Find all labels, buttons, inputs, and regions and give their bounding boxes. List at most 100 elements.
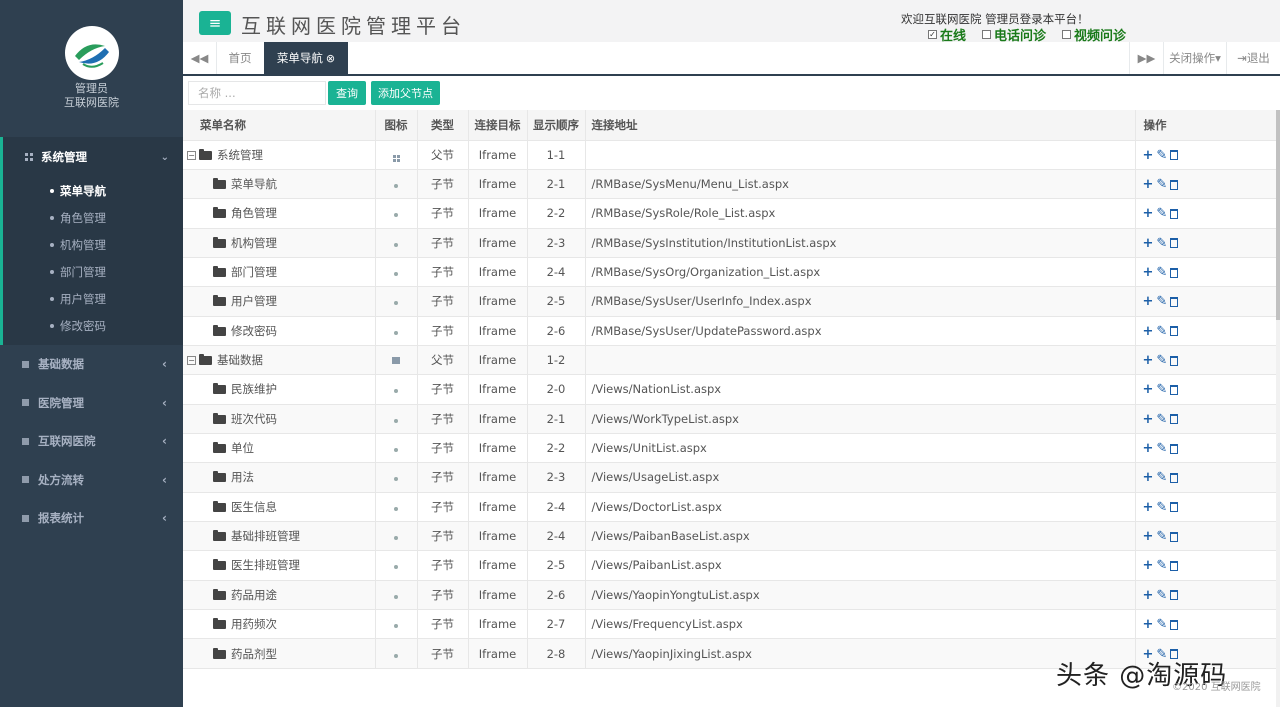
- table-row[interactable]: 用药频次 子节 Iframe 2-7/Views/FrequencyList.aspx…: [183, 609, 1277, 640]
- table-row[interactable]: 用法 子节 Iframe 2-3/Views/UsageList.aspx + ✎: [183, 462, 1277, 493]
- nav-item-section[interactable]: 报表统计 ‹: [0, 499, 183, 538]
- table-row[interactable]: 菜单导航 子节 Iframe 2-1/RMBase/SysMenu/Menu_List…: [183, 169, 1277, 200]
- plus-icon[interactable]: +: [1143, 589, 1154, 602]
- close-operations-dropdown[interactable]: 关闭操作 ▾: [1163, 42, 1226, 74]
- plus-icon[interactable]: +: [1143, 413, 1154, 426]
- tab-menu-nav[interactable]: 菜单导航 ⊗: [264, 42, 348, 74]
- table-row[interactable]: 药品用途 子节 Iframe 2-6/Views/YaopinYongtuList.a…: [183, 580, 1277, 611]
- nav-item-section[interactable]: 处方流转 ‹: [0, 461, 183, 500]
- plus-icon[interactable]: +: [1143, 178, 1154, 191]
- collapse-toggle-icon[interactable]: −: [187, 356, 196, 366]
- pencil-icon[interactable]: ✎: [1156, 442, 1167, 455]
- plus-icon[interactable]: +: [1143, 207, 1154, 220]
- table-row[interactable]: 医生排班管理 子节 Iframe 2-5/Views/PaibanList.aspx +…: [183, 550, 1277, 581]
- pencil-icon[interactable]: ✎: [1156, 295, 1167, 308]
- trash-icon[interactable]: [1170, 150, 1179, 161]
- plus-icon[interactable]: +: [1143, 618, 1154, 631]
- plus-icon[interactable]: +: [1143, 325, 1154, 338]
- plus-icon[interactable]: +: [1143, 149, 1154, 162]
- sub-nav-item[interactable]: 部门管理: [3, 258, 183, 285]
- trash-icon[interactable]: [1170, 619, 1179, 630]
- tab-scroll-left-button[interactable]: ◀◀: [183, 42, 217, 74]
- trash-icon[interactable]: [1170, 560, 1179, 571]
- sub-nav-item[interactable]: 机构管理: [3, 231, 183, 258]
- menu-toggle-button[interactable]: ≡: [199, 11, 231, 35]
- plus-icon[interactable]: +: [1143, 530, 1154, 543]
- pencil-icon[interactable]: ✎: [1156, 207, 1167, 220]
- sub-nav-item[interactable]: 修改密码: [3, 312, 183, 339]
- trash-icon[interactable]: [1170, 238, 1179, 249]
- tab-scroll-right-button[interactable]: ▶▶: [1129, 42, 1163, 74]
- nav-item-section[interactable]: 互联网医院 ‹: [0, 422, 183, 461]
- checkbox-checked-icon[interactable]: ✓: [928, 30, 937, 39]
- table-row[interactable]: 单位 子节 Iframe 2-2/Views/UnitList.aspx + ✎: [183, 433, 1277, 464]
- plus-icon[interactable]: +: [1143, 471, 1154, 484]
- plus-icon[interactable]: +: [1143, 442, 1154, 455]
- pencil-icon[interactable]: ✎: [1156, 178, 1167, 191]
- pencil-icon[interactable]: ✎: [1156, 149, 1167, 162]
- table-row[interactable]: 基础排班管理 子节 Iframe 2-4/Views/PaibanBaseList.a…: [183, 521, 1277, 552]
- pencil-icon[interactable]: ✎: [1156, 354, 1167, 367]
- nav-section-system: 系统管理 ⌄ 菜单导航 角色管理 机构管理 部门管理 用户管理 修改密码: [0, 137, 183, 345]
- nav-item-section[interactable]: 基础数据 ‹: [0, 345, 183, 384]
- pencil-icon[interactable]: ✎: [1156, 237, 1167, 250]
- pencil-icon[interactable]: ✎: [1156, 471, 1167, 484]
- close-circle-icon[interactable]: ⊗: [326, 52, 335, 65]
- pencil-icon[interactable]: ✎: [1156, 413, 1167, 426]
- pencil-icon[interactable]: ✎: [1156, 266, 1167, 279]
- plus-icon[interactable]: +: [1143, 237, 1154, 250]
- sub-nav-item[interactable]: 菜单导航: [3, 177, 183, 204]
- trash-icon[interactable]: [1170, 414, 1179, 425]
- trash-icon[interactable]: [1170, 502, 1179, 513]
- pencil-icon[interactable]: ✎: [1156, 589, 1167, 602]
- table-row[interactable]: 班次代码 子节 Iframe 2-1/Views/WorkTypeList.aspx +…: [183, 404, 1277, 434]
- trash-icon[interactable]: [1170, 355, 1179, 366]
- table-row[interactable]: 部门管理 子节 Iframe 2-4/RMBase/SysOrg/Organizati…: [183, 257, 1277, 288]
- table-row[interactable]: − 基础数据 父节 Iframe 1-2 + ✎: [183, 345, 1277, 376]
- nav-item-system[interactable]: 系统管理 ⌄: [3, 137, 183, 177]
- trash-icon[interactable]: [1170, 443, 1179, 454]
- collapse-toggle-icon[interactable]: −: [187, 150, 196, 160]
- trash-icon[interactable]: [1170, 531, 1179, 542]
- table-row[interactable]: 用户管理 子节 Iframe 2-5/RMBase/SysUser/UserInfo_…: [183, 286, 1277, 317]
- pencil-icon[interactable]: ✎: [1156, 559, 1167, 572]
- plus-icon[interactable]: +: [1143, 266, 1154, 279]
- trash-icon[interactable]: [1170, 208, 1179, 219]
- table-row[interactable]: 民族维护 子节 Iframe 2-0/Views/NationList.aspx + ✎: [183, 374, 1277, 405]
- table-row[interactable]: 角色管理 子节 Iframe 2-2/RMBase/SysRole/Role_List…: [183, 198, 1277, 229]
- pencil-icon[interactable]: ✎: [1156, 383, 1167, 396]
- sub-nav-item[interactable]: 用户管理: [3, 285, 183, 312]
- close-operations-label: 关闭操作: [1169, 51, 1216, 65]
- nav-item-section[interactable]: 医院管理 ‹: [0, 384, 183, 423]
- table-row[interactable]: 机构管理 子节 Iframe 2-3/RMBase/SysInstitution/In…: [183, 228, 1277, 258]
- trash-icon[interactable]: [1170, 384, 1179, 395]
- trash-icon[interactable]: [1170, 590, 1179, 601]
- table-row[interactable]: − 系统管理 父节 Iframe 1-1 + ✎: [183, 140, 1277, 170]
- trash-icon[interactable]: [1170, 267, 1179, 278]
- pencil-icon[interactable]: ✎: [1156, 325, 1167, 338]
- menu-name: 单位: [231, 441, 254, 456]
- name-search-input[interactable]: [188, 81, 326, 105]
- plus-icon[interactable]: +: [1143, 295, 1154, 308]
- pencil-icon[interactable]: ✎: [1156, 618, 1167, 631]
- plus-icon[interactable]: +: [1143, 383, 1154, 396]
- table-row[interactable]: 修改密码 子节 Iframe 2-6/RMBase/SysUser/UpdatePas…: [183, 316, 1277, 346]
- pencil-icon[interactable]: ✎: [1156, 501, 1167, 514]
- tab-home[interactable]: 首页: [217, 42, 263, 74]
- trash-icon[interactable]: [1170, 472, 1179, 483]
- scrollbar-thumb[interactable]: [1276, 110, 1280, 320]
- query-button[interactable]: 查询: [328, 81, 366, 105]
- logout-button[interactable]: ⇥ 退出: [1226, 42, 1280, 74]
- checkbox-icon[interactable]: [982, 30, 992, 39]
- trash-icon[interactable]: [1170, 179, 1179, 190]
- plus-icon[interactable]: +: [1143, 501, 1154, 514]
- trash-icon[interactable]: [1170, 296, 1179, 307]
- plus-icon[interactable]: +: [1143, 559, 1154, 572]
- checkbox-icon[interactable]: [1062, 30, 1072, 39]
- add-parent-node-button[interactable]: 添加父节点: [371, 81, 440, 105]
- trash-icon[interactable]: [1170, 326, 1179, 337]
- plus-icon[interactable]: +: [1143, 354, 1154, 367]
- table-row[interactable]: 医生信息 子节 Iframe 2-4/Views/DoctorList.aspx + ✎: [183, 492, 1277, 522]
- pencil-icon[interactable]: ✎: [1156, 530, 1167, 543]
- sub-nav-item[interactable]: 角色管理: [3, 204, 183, 231]
